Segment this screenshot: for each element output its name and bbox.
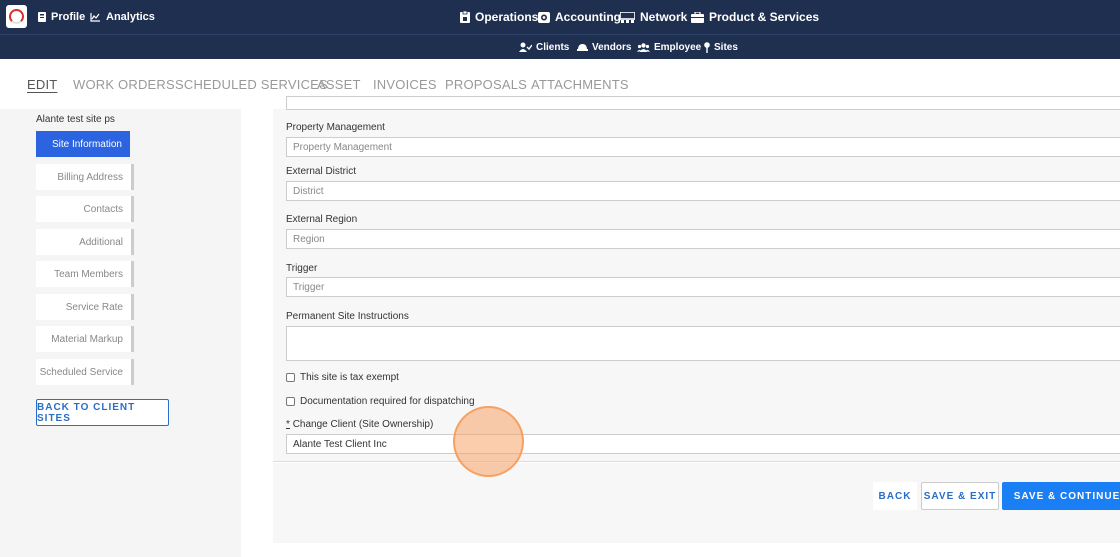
- sub-navbar: Clients Vendors Employee Sites: [0, 34, 1120, 59]
- nav-profile[interactable]: Profile: [38, 0, 85, 34]
- nav-profile-label: Profile: [51, 11, 86, 23]
- nav-network[interactable]: Network: [620, 0, 687, 34]
- back-button[interactable]: BACK: [873, 482, 917, 510]
- sidebar-item-contacts[interactable]: Contacts: [36, 196, 134, 222]
- nav-accounting[interactable]: Accounting: [538, 0, 621, 34]
- external-district-input[interactable]: District: [286, 181, 1120, 201]
- property-management-label: Property Management: [286, 122, 385, 133]
- clipboard-icon: [460, 11, 470, 23]
- nav-operations-label: Operations: [475, 10, 539, 24]
- tab-scheduled-services[interactable]: SCHEDULED SERVICES: [175, 77, 328, 92]
- briefcase-icon: [691, 11, 704, 23]
- nav-operations[interactable]: Operations: [460, 0, 538, 34]
- save-exit-button[interactable]: SAVE & EXIT: [921, 482, 999, 510]
- top-navbar: Profile Analytics Operations Accounting …: [0, 0, 1120, 34]
- permanent-site-instructions-label: Permanent Site Instructions: [286, 311, 409, 322]
- subnav-sites[interactable]: Sites: [704, 35, 738, 59]
- trigger-label: Trigger: [286, 263, 318, 274]
- trigger-input[interactable]: Trigger: [286, 277, 1120, 297]
- tab-edit[interactable]: EDIT: [27, 77, 57, 92]
- tab-asset[interactable]: ASSET: [317, 77, 361, 92]
- subnav-clients-label: Clients: [536, 41, 570, 53]
- id-card-icon: [38, 12, 46, 22]
- money-icon: [538, 11, 550, 23]
- subnav-employee-label: Employee: [654, 41, 702, 53]
- required-mark: *: [286, 419, 290, 430]
- change-client-label-row: * Change Client (Site Ownership): [286, 419, 433, 430]
- sidebar-item-material-markup[interactable]: Material Markup: [36, 326, 134, 352]
- subnav-vendors[interactable]: Vendors: [577, 35, 631, 59]
- sidebar-item-service-rate[interactable]: Service Rate: [36, 294, 134, 320]
- tax-exempt-checkbox[interactable]: [286, 373, 295, 382]
- change-client-select[interactable]: Alante Test Client Inc: [286, 434, 1120, 454]
- tab-proposals[interactable]: PROPOSALS: [445, 77, 527, 92]
- sidebar-item-additional[interactable]: Additional: [36, 229, 134, 255]
- sidebar-item-team-members[interactable]: Team Members: [36, 261, 134, 287]
- subnav-clients[interactable]: Clients: [519, 35, 569, 59]
- back-to-client-sites-button[interactable]: BACK TO CLIENT SITES: [36, 399, 169, 426]
- nav-network-label: Network: [640, 10, 688, 24]
- tax-exempt-row[interactable]: This site is tax exempt: [286, 372, 399, 383]
- subnav-sites-label: Sites: [714, 41, 738, 53]
- subnav-vendors-label: Vendors: [592, 41, 632, 53]
- documentation-checkbox[interactable]: [286, 397, 295, 406]
- scrolled-field[interactable]: [286, 96, 1120, 110]
- tab-invoices[interactable]: INVOICES: [373, 77, 437, 92]
- hard-hat-icon: [577, 44, 588, 51]
- network-icon: [620, 11, 635, 23]
- chart-line-icon: [90, 13, 100, 22]
- nav-product-services-label: Product & Services: [709, 10, 820, 24]
- sidebar-item-billing-address[interactable]: Billing Address: [36, 164, 134, 190]
- nav-analytics[interactable]: Analytics: [90, 0, 155, 34]
- documentation-row[interactable]: Documentation required for dispatching: [286, 396, 475, 407]
- sidebar-item-site-information[interactable]: Site Information: [36, 131, 130, 157]
- property-management-input[interactable]: Property Management: [286, 137, 1120, 157]
- sidebar-item-scheduled-service[interactable]: Scheduled Service: [36, 359, 134, 385]
- external-district-label: External District: [286, 166, 357, 177]
- external-region-label: External Region: [286, 214, 358, 225]
- users-icon: [637, 42, 650, 52]
- nav-product-services[interactable]: Product & Services: [691, 0, 819, 34]
- tax-exempt-label: This site is tax exempt: [300, 372, 399, 383]
- subnav-employee[interactable]: Employee: [637, 35, 701, 59]
- external-region-input[interactable]: Region: [286, 229, 1120, 249]
- nav-accounting-label: Accounting: [555, 10, 621, 24]
- map-pin-icon: [704, 41, 710, 53]
- save-continue-button[interactable]: SAVE & CONTINUE: [1002, 482, 1120, 510]
- company-logo[interactable]: [6, 5, 27, 28]
- nav-analytics-label: Analytics: [106, 11, 155, 23]
- permanent-site-instructions-textarea[interactable]: [286, 326, 1120, 361]
- change-client-label: Change Client (Site Ownership): [292, 419, 434, 430]
- user-check-icon: [519, 42, 532, 52]
- documentation-label: Documentation required for dispatching: [300, 396, 475, 407]
- site-name: Alante test site ps: [36, 114, 115, 125]
- site-sidebar: Alante test site ps Site Information Bil…: [0, 109, 241, 557]
- tab-attachments[interactable]: ATTACHMENTS: [531, 77, 629, 92]
- tab-work-orders[interactable]: WORK ORDERS: [73, 77, 175, 92]
